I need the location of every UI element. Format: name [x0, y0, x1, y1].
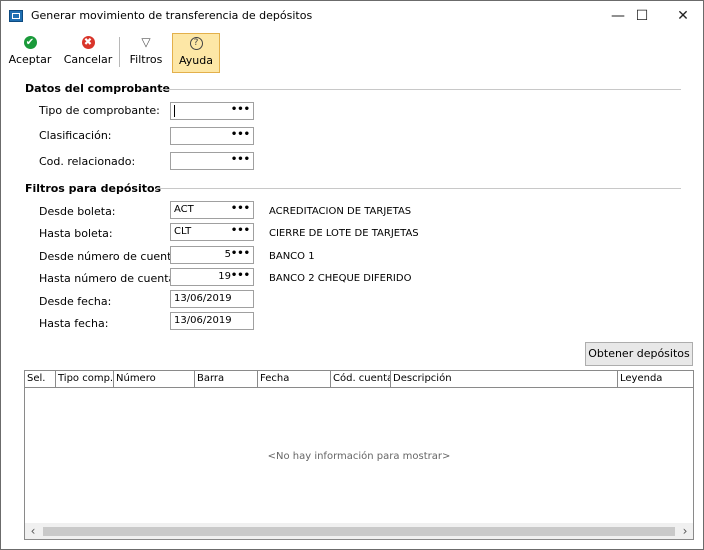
filters-section-title: Filtros para depósitos: [25, 182, 162, 195]
filters-label: Filtros: [129, 53, 163, 66]
to-account-description: BANCO 2 CHEQUE DIFERIDO: [269, 273, 412, 284]
column-header[interactable]: Descripción: [391, 371, 618, 387]
scroll-right-icon[interactable]: ›: [677, 523, 693, 539]
lookup-icon[interactable]: •••: [231, 225, 250, 236]
maximize-button[interactable]: ☐: [621, 1, 663, 31]
column-header[interactable]: Número: [114, 371, 195, 387]
classification-field[interactable]: •••: [170, 127, 254, 145]
accept-button[interactable]: ✔ Aceptar: [7, 33, 53, 73]
related-code-label: Cod. relacionado:: [39, 155, 136, 168]
column-header[interactable]: Leyenda: [618, 371, 693, 387]
column-header[interactable]: Sel.: [25, 371, 56, 387]
to-date-field[interactable]: 13/06/2019: [170, 312, 254, 330]
lookup-icon[interactable]: •••: [231, 129, 250, 140]
voucher-type-field[interactable]: •••: [170, 102, 254, 120]
horizontal-scrollbar[interactable]: ‹ ›: [25, 523, 693, 539]
cancel-button[interactable]: ✖ Cancelar: [61, 33, 115, 73]
cancel-icon: ✖: [81, 36, 95, 49]
column-header[interactable]: Tipo comp.: [56, 371, 114, 387]
filter-icon: ▽: [141, 35, 151, 49]
lookup-icon[interactable]: •••: [231, 104, 250, 115]
window-title: Generar movimiento de transferencia de d…: [31, 9, 313, 22]
to-date-label: Hasta fecha:: [39, 317, 109, 330]
to-account-label: Hasta número de cuenta:: [39, 272, 179, 285]
accept-label: Aceptar: [8, 53, 52, 66]
from-account-label: Desde número de cuenta:: [39, 250, 182, 263]
from-account-field[interactable]: 5 •••: [170, 246, 254, 264]
check-icon: ✔: [23, 36, 37, 49]
column-header[interactable]: Cód. cuenta: [331, 371, 391, 387]
from-slip-field[interactable]: ACT •••: [170, 201, 254, 219]
filters-button[interactable]: ▽ Filtros: [125, 33, 167, 73]
lookup-icon[interactable]: •••: [231, 203, 250, 214]
from-slip-description: ACREDITACION DE TARJETAS: [269, 206, 412, 217]
close-button[interactable]: ✕: [663, 1, 703, 31]
scroll-thumb[interactable]: [43, 527, 675, 536]
voucher-type-label: Tipo de comprobante:: [39, 104, 160, 117]
lookup-icon[interactable]: •••: [231, 270, 250, 281]
from-slip-label: Desde boleta:: [39, 205, 116, 218]
voucher-section-title: Datos del comprobante: [25, 82, 170, 95]
to-account-field[interactable]: 19 •••: [170, 268, 254, 286]
empty-grid-message: <No hay información para mostrar>: [267, 451, 451, 462]
toolbar: ✔ Aceptar ✖ Cancelar ▽ Filtros ? Ayuda: [1, 31, 703, 75]
classification-label: Clasificación:: [39, 129, 112, 142]
help-label: Ayuda: [179, 54, 213, 67]
scroll-left-icon[interactable]: ‹: [25, 523, 41, 539]
section-divider: [161, 89, 681, 90]
help-button[interactable]: ? Ayuda: [172, 33, 220, 73]
column-header[interactable]: Fecha: [258, 371, 331, 387]
to-slip-label: Hasta boleta:: [39, 227, 113, 240]
lookup-icon[interactable]: •••: [231, 248, 250, 259]
from-date-label: Desde fecha:: [39, 295, 112, 308]
lookup-icon[interactable]: •••: [231, 154, 250, 165]
cancel-label: Cancelar: [63, 53, 113, 66]
app-icon: [9, 10, 23, 22]
section-divider: [156, 188, 681, 189]
toolbar-separator: [119, 37, 120, 67]
to-slip-description: CIERRE DE LOTE DE TARJETAS: [269, 228, 419, 239]
grid-header: Sel. Tipo comp. Número Barra Fecha Cód. …: [25, 371, 693, 388]
deposits-grid[interactable]: Sel. Tipo comp. Número Barra Fecha Cód. …: [24, 370, 694, 540]
help-icon: ?: [189, 37, 203, 50]
from-account-description: BANCO 1: [269, 251, 315, 262]
column-header[interactable]: Barra: [195, 371, 258, 387]
text-caret: [174, 105, 175, 117]
dialog-window: Generar movimiento de transferencia de d…: [0, 0, 704, 550]
title-bar: Generar movimiento de transferencia de d…: [1, 1, 703, 31]
to-slip-field[interactable]: CLT •••: [170, 223, 254, 241]
related-code-field[interactable]: •••: [170, 152, 254, 170]
from-date-field[interactable]: 13/06/2019: [170, 290, 254, 308]
obtain-deposits-button[interactable]: Obtener depósitos: [585, 342, 693, 366]
